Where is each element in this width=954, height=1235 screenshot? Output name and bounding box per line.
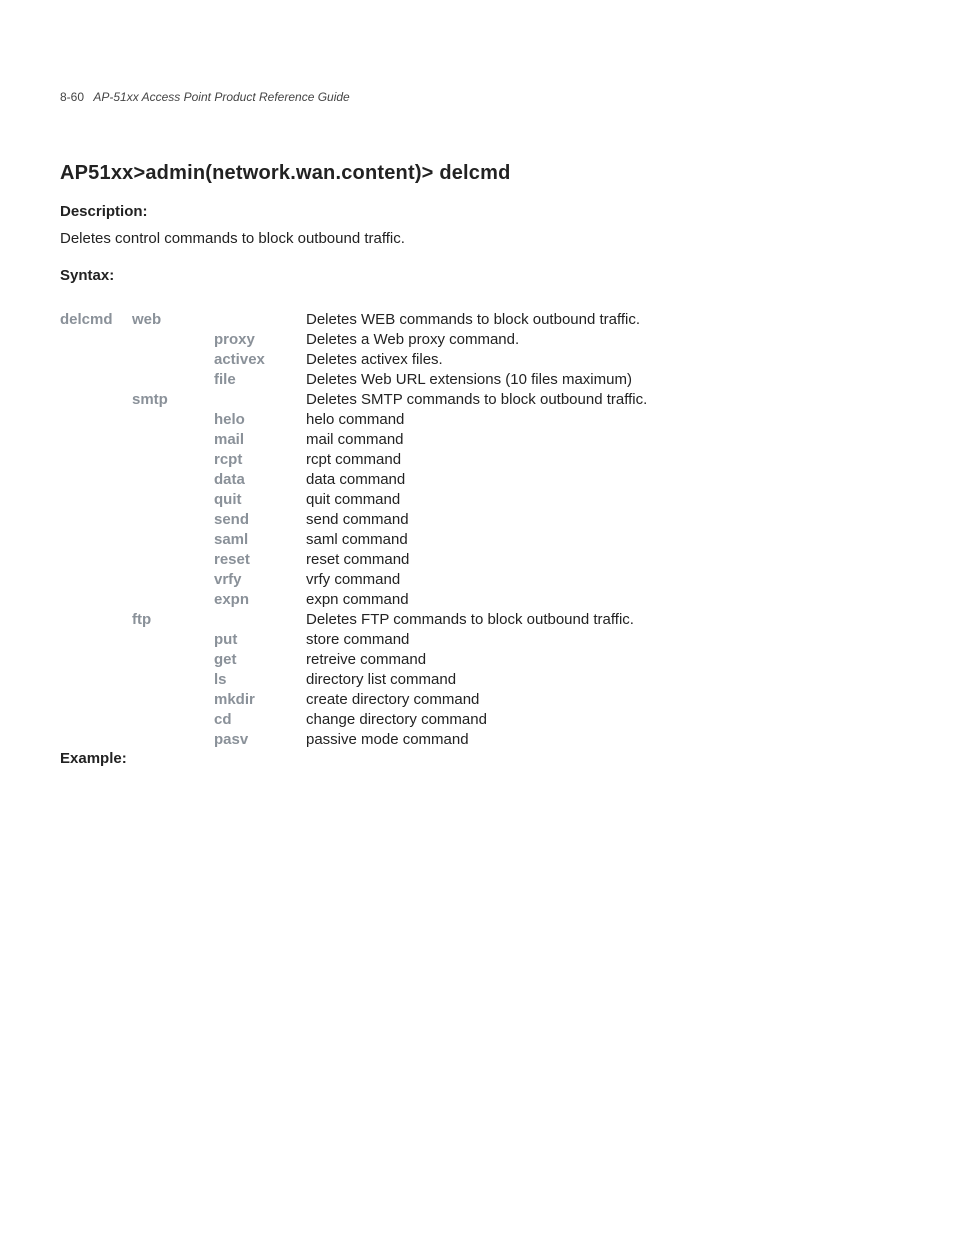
syntax-group-desc: Deletes WEB commands to block outbound t…: [306, 310, 894, 330]
syntax-sub-row: sendsend command: [60, 510, 894, 530]
syntax-sub-row: proxyDeletes a Web proxy command.: [60, 330, 894, 350]
page-number: 8-60: [60, 90, 84, 104]
syntax-sub-name: activex: [214, 350, 306, 370]
syntax-sub-name: vrfy: [214, 570, 306, 590]
syntax-sub-desc: vrfy command: [306, 570, 894, 590]
syntax-sub-name: mail: [214, 430, 306, 450]
syntax-cmd: delcmd: [60, 310, 132, 330]
syntax-sub-desc: store command: [306, 630, 894, 650]
syntax-group-row: smtp Deletes SMTP commands to block outbo…: [60, 390, 894, 410]
syntax-sub-name: ls: [214, 670, 306, 690]
syntax-group-desc: Deletes SMTP commands to block outbound …: [306, 390, 894, 410]
syntax-sub-row: fileDeletes Web URL extensions (10 files…: [60, 370, 894, 390]
syntax-sub-row: activexDeletes activex files.: [60, 350, 894, 370]
example-heading: Example:: [60, 750, 894, 767]
syntax-sub-name: helo: [214, 410, 306, 430]
syntax-sub-row: mkdircreate directory command: [60, 690, 894, 710]
running-header: 8-60 AP-51xx Access Point Product Refere…: [60, 90, 894, 104]
syntax-group-name: smtp: [132, 390, 214, 410]
syntax-sub-name: expn: [214, 590, 306, 610]
syntax-sub-name: quit: [214, 490, 306, 510]
syntax-group-row: delcmdweb Deletes WEB commands to block o…: [60, 310, 894, 330]
syntax-sub-name: pasv: [214, 730, 306, 750]
syntax-sub-desc: passive mode command: [306, 730, 894, 750]
syntax-sub-name: proxy: [214, 330, 306, 350]
syntax-table: delcmdweb Deletes WEB commands to block o…: [60, 310, 894, 750]
header-title: AP-51xx Access Point Product Reference G…: [93, 90, 349, 104]
syntax-sub-name: get: [214, 650, 306, 670]
syntax-sub-name: send: [214, 510, 306, 530]
syntax-sub-desc: change directory command: [306, 710, 894, 730]
syntax-sub-name: reset: [214, 550, 306, 570]
syntax-sub-desc: data command: [306, 470, 894, 490]
syntax-sub-row: putstore command: [60, 630, 894, 650]
syntax-sub-desc: directory list command: [306, 670, 894, 690]
syntax-sub-desc: reset command: [306, 550, 894, 570]
syntax-sub-name: saml: [214, 530, 306, 550]
syntax-sub-desc: helo command: [306, 410, 894, 430]
syntax-sub-name: cd: [214, 710, 306, 730]
syntax-sub-desc: Deletes a Web proxy command.: [306, 330, 894, 350]
syntax-sub-row: quitquit command: [60, 490, 894, 510]
syntax-sub-desc: mail command: [306, 430, 894, 450]
syntax-sub-name: data: [214, 470, 306, 490]
syntax-sub-desc: Deletes activex files.: [306, 350, 894, 370]
description-heading: Description:: [60, 203, 894, 220]
syntax-sub-desc: rcpt command: [306, 450, 894, 470]
command-title: AP51xx>admin(network.wan.content)> delcm…: [60, 162, 894, 185]
syntax-sub-desc: saml command: [306, 530, 894, 550]
syntax-sub-name: put: [214, 630, 306, 650]
syntax-sub-row: lsdirectory list command: [60, 670, 894, 690]
syntax-sub-row: vrfyvrfy command: [60, 570, 894, 590]
syntax-sub-row: mailmail command: [60, 430, 894, 450]
syntax-sub-desc: send command: [306, 510, 894, 530]
description-text: Deletes control commands to block outbou…: [60, 230, 894, 247]
syntax-sub-desc: create directory command: [306, 690, 894, 710]
syntax-sub-row: expnexpn command: [60, 590, 894, 610]
syntax-sub-row: samlsaml command: [60, 530, 894, 550]
syntax-sub-row: datadata command: [60, 470, 894, 490]
syntax-sub-row: pasvpassive mode command: [60, 730, 894, 750]
syntax-sub-row: getretreive command: [60, 650, 894, 670]
syntax-sub-row: resetreset command: [60, 550, 894, 570]
syntax-sub-name: rcpt: [214, 450, 306, 470]
syntax-heading: Syntax:: [60, 267, 894, 284]
syntax-sub-desc: Deletes Web URL extensions (10 files max…: [306, 370, 894, 390]
syntax-sub-desc: expn command: [306, 590, 894, 610]
syntax-group-name: ftp: [132, 610, 214, 630]
syntax-sub-desc: quit command: [306, 490, 894, 510]
syntax-group-name: web: [132, 310, 214, 330]
syntax-group-desc: Deletes FTP commands to block outbound t…: [306, 610, 894, 630]
page: 8-60 AP-51xx Access Point Product Refere…: [0, 0, 954, 767]
syntax-group-row: ftp Deletes FTP commands to block outboun…: [60, 610, 894, 630]
syntax-sub-row: cdchange directory command: [60, 710, 894, 730]
syntax-sub-row: helohelo command: [60, 410, 894, 430]
syntax-sub-row: rcptrcpt command: [60, 450, 894, 470]
syntax-sub-name: file: [214, 370, 306, 390]
syntax-sub-name: mkdir: [214, 690, 306, 710]
syntax-sub-desc: retreive command: [306, 650, 894, 670]
